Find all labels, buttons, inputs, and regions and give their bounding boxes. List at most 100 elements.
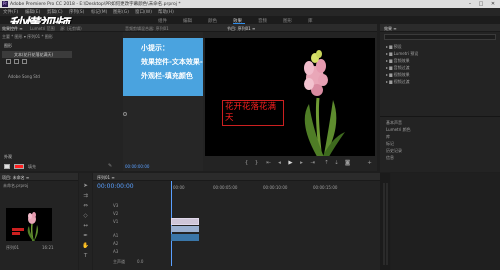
- clip-duration: 16:21: [42, 245, 54, 250]
- workspace-color[interactable]: 颜色: [208, 18, 217, 24]
- add-button-icon[interactable]: +: [366, 160, 373, 167]
- tip-title: 小提示：: [141, 44, 169, 52]
- fill-label: 填充: [28, 164, 36, 169]
- project-panel: 项目: 未命名 ≡ 未命名.prproj 序列01 16:21: [0, 173, 78, 270]
- hand-tool-icon[interactable]: ✋: [82, 243, 89, 250]
- effects-item-audio-effects[interactable]: ▸ ▆ 音频效果: [386, 58, 410, 64]
- effects-panel: 效果 ≡ ▸ ▆ 预设 ▸ ▆ Lumetri 预设 ▸ ▆ 音频效果 ▸ ▆ …: [380, 24, 500, 172]
- graphic-section-title: 图形: [4, 43, 12, 48]
- tools-panel: ➤ ⇉ ⇔ ◇ ↔ ✒ ✋ T: [79, 173, 92, 270]
- maximize-button[interactable]: □: [476, 0, 486, 8]
- minimize-button[interactable]: –: [465, 0, 475, 8]
- menu-window[interactable]: 窗口(W): [135, 9, 152, 15]
- transport-controls: { } ⇤ ◂ ▶ ▸ ⇥ ⇡ ⇣ ◙ +: [203, 156, 377, 171]
- program-tabs: 节目: 序列01 ≡: [203, 24, 377, 32]
- premiere-logo-icon: Pr: [2, 1, 8, 7]
- eyedropper-icon[interactable]: ✎: [108, 163, 112, 169]
- tab-effect-controls[interactable]: 效果控件 ≡: [2, 26, 23, 32]
- clip-thumbnail[interactable]: [6, 208, 52, 242]
- fill-checkbox[interactable]: [4, 164, 10, 169]
- track-label-a3[interactable]: A3: [113, 249, 118, 254]
- go-to-out-icon[interactable]: ⇥: [309, 160, 316, 167]
- lift-icon[interactable]: ⇡: [323, 160, 330, 167]
- track-label-v2[interactable]: V2: [113, 211, 118, 216]
- panel-lumetri-color[interactable]: Lumetri 颜色: [386, 127, 411, 133]
- effects-item-video-transitions[interactable]: ▸ ▆ 视频过渡: [386, 79, 410, 85]
- checkbox-icon[interactable]: [14, 59, 19, 64]
- razor-tool-icon[interactable]: ◇: [82, 213, 89, 220]
- timeline-timecode[interactable]: 00:00:00:00: [97, 183, 134, 190]
- menu-help[interactable]: 帮助(H): [158, 9, 174, 15]
- step-forward-icon[interactable]: ▸: [298, 160, 305, 167]
- effect-controls-panel: 效果控件 ≡ Lumetri 范围 源: (无剪辑) 主要 * 图形 ▾ 序列0…: [0, 24, 123, 189]
- master-volume-value[interactable]: 0.0: [137, 259, 143, 264]
- effects-item-lumetri-presets[interactable]: ▸ ▆ Lumetri 预设: [386, 51, 418, 57]
- checkbox-icon[interactable]: [22, 59, 27, 64]
- effects-tabs: 效果 ≡: [380, 24, 500, 32]
- audio-mixer-tabs: 音频剪辑混合器: 序列01: [123, 24, 203, 32]
- effects-item-presets[interactable]: ▸ ▆ 预设: [386, 44, 402, 50]
- close-button[interactable]: ✕: [488, 0, 498, 8]
- graphic-clip[interactable]: [171, 218, 199, 225]
- selection-tool-icon[interactable]: ➤: [82, 183, 89, 190]
- clip-thumbnail-image: [12, 212, 38, 242]
- effect-controls-timecode[interactable]: 00:00:00:00: [125, 164, 149, 169]
- timeline-panel: 序列01 ≡ 00:00:00:00 00:00 00:00:05:00 00:…: [93, 173, 380, 270]
- panel-info[interactable]: 信息: [386, 155, 394, 161]
- tab-source[interactable]: 源: (无剪辑): [60, 26, 82, 32]
- fill-color-swatch[interactable]: [14, 164, 24, 169]
- go-to-in-icon[interactable]: ⇤: [265, 160, 272, 167]
- checkbox-icon[interactable]: [6, 59, 11, 64]
- program-video-frame[interactable]: 花开花落花满天: [205, 38, 375, 161]
- panel-libraries[interactable]: 库: [386, 134, 390, 140]
- track-label-a2[interactable]: A2: [113, 241, 118, 246]
- pen-tool-icon[interactable]: ✒: [82, 233, 89, 240]
- workspace-editing[interactable]: 编辑: [183, 18, 192, 24]
- export-frame-icon[interactable]: ◙: [344, 160, 351, 167]
- audio-meter-panel: [380, 173, 390, 270]
- effects-item-audio-transitions[interactable]: ▸ ▆ 音频过渡: [386, 65, 410, 71]
- position-marker-icon[interactable]: [123, 112, 127, 116]
- panel-essential-sound[interactable]: 基本声音: [386, 120, 402, 126]
- title-bar: Pr Adobe Premiere Pro CC 2018 - E:\Deskt…: [0, 0, 500, 8]
- track-select-tool-icon[interactable]: ⇉: [82, 193, 89, 200]
- tab-effects[interactable]: 效果 ≡: [384, 26, 397, 32]
- panel-markers[interactable]: 标记: [386, 141, 394, 147]
- ruler-mark: 00:00:05:00: [213, 185, 238, 190]
- track-label-a1[interactable]: A1: [113, 233, 118, 238]
- text-layer-label: 文本(花开花落花满天): [14, 52, 54, 57]
- font-label: Adobe Song Std: [8, 74, 40, 79]
- type-tool-icon[interactable]: T: [82, 253, 89, 260]
- mark-out-icon[interactable]: }: [253, 160, 260, 167]
- tip-line-3: 外观栏-填充颜色: [141, 72, 193, 80]
- extract-icon[interactable]: ⇣: [333, 160, 340, 167]
- tab-audio-mixer[interactable]: 音频剪辑混合器: 序列01: [125, 26, 169, 32]
- tab-sequence[interactable]: 序列01 ≡: [97, 175, 115, 181]
- mark-in-icon[interactable]: {: [243, 160, 250, 167]
- workspace-assembly[interactable]: 组件: [158, 18, 167, 24]
- video-clip[interactable]: [171, 226, 199, 232]
- tab-lumetri-scopes[interactable]: Lumetri 范围: [30, 26, 55, 32]
- ripple-edit-tool-icon[interactable]: ⇔: [82, 203, 89, 210]
- track-label-v3[interactable]: V3: [113, 203, 118, 208]
- title-text-box[interactable]: 花开花落花满天: [222, 100, 284, 126]
- workspace-graphics[interactable]: 图形: [283, 18, 292, 24]
- slip-tool-icon[interactable]: ↔: [82, 223, 89, 230]
- program-monitor-panel: 节目: 序列01 ≡ 花开花落花满天 00:00:00:00 适合 完整 00:…: [203, 24, 377, 171]
- workspace-libraries[interactable]: 库: [308, 18, 313, 24]
- play-icon[interactable]: ▶: [287, 160, 294, 167]
- step-back-icon[interactable]: ◂: [276, 160, 283, 167]
- audio-clip[interactable]: [171, 234, 199, 241]
- menu-graphics[interactable]: 图形(G): [113, 9, 129, 15]
- ruler-mark: 00:00:10:00: [263, 185, 288, 190]
- effects-search-input[interactable]: [384, 34, 496, 40]
- tab-project[interactable]: 项目: 未命名 ≡: [2, 175, 29, 181]
- tab-program[interactable]: 节目: 序列01 ≡: [227, 26, 255, 32]
- track-label-v1[interactable]: V1: [113, 219, 118, 224]
- window-title: Adobe Premiere Pro CC 2018 - E:\Desktop\…: [10, 2, 181, 7]
- panel-history[interactable]: 历史记录: [386, 148, 402, 154]
- ruler-mark: 00:00: [173, 185, 185, 190]
- workspace-audio[interactable]: 音频: [258, 18, 267, 24]
- effects-item-video-effects[interactable]: ▸ ▆ 视频效果: [386, 72, 410, 78]
- effect-controls-tabs: 效果控件 ≡ Lumetri 范围 源: (无剪辑): [0, 24, 123, 32]
